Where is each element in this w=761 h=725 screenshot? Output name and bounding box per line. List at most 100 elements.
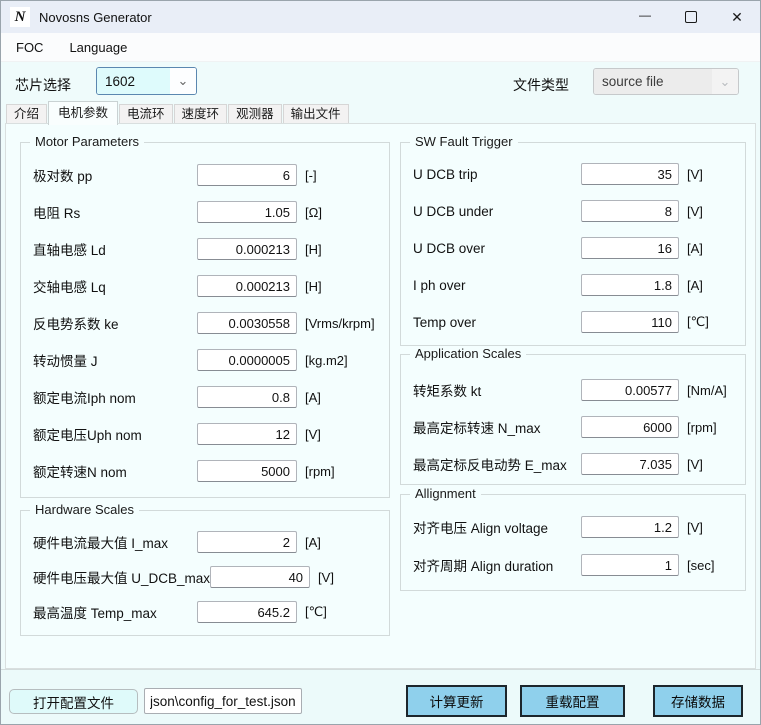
param-label: 最高定标反电动势 E_max xyxy=(413,454,581,474)
param-input-udcb-over[interactable] xyxy=(581,237,679,259)
group-hardware-scales: Hardware Scales 硬件电流最大值 I_max [A] 硬件电压最大… xyxy=(20,510,390,636)
param-unit: [rpm] xyxy=(297,464,389,479)
param-row-udcb-max: 硬件电压最大值 U_DCB_max [V] xyxy=(21,566,389,588)
param-label: 交轴电感 Lq xyxy=(33,276,197,296)
file-type-combobox[interactable]: source file ⌄ xyxy=(593,68,739,95)
param-input-ld[interactable] xyxy=(197,238,297,260)
param-unit: [V] xyxy=(679,167,745,182)
group-sw-fault-trigger: SW Fault Trigger U DCB trip [V] U DCB un… xyxy=(400,142,746,346)
param-input-iph-nom[interactable] xyxy=(197,386,297,408)
param-label: 最高定标转速 N_max xyxy=(413,417,581,437)
close-icon: ✕ xyxy=(731,9,743,26)
chevron-down-icon: ⌄ xyxy=(170,68,196,94)
menu-bar: FOC Language xyxy=(1,33,760,62)
param-row-n-nom: 额定转速N nom [rpm] xyxy=(21,460,389,482)
param-input-lq[interactable] xyxy=(197,275,297,297)
param-row-rs: 电阻 Rs [Ω] xyxy=(21,201,389,223)
param-row-align-duration: 对齐周期 Align duration [sec] xyxy=(401,554,745,576)
param-input-temp-max[interactable] xyxy=(197,601,297,623)
param-input-udcb-under[interactable] xyxy=(581,200,679,222)
param-input-j[interactable] xyxy=(197,349,297,371)
param-input-udcb-max[interactable] xyxy=(210,566,310,588)
param-row-iph-nom: 额定电流Iph nom [A] xyxy=(21,386,389,408)
param-input-n-max[interactable] xyxy=(581,416,679,438)
param-unit: [V] xyxy=(679,204,745,219)
param-input-kt[interactable] xyxy=(581,379,679,401)
param-label: I ph over xyxy=(413,278,581,293)
param-label: 直轴电感 Ld xyxy=(33,239,197,259)
param-unit: [A] xyxy=(297,535,389,550)
param-input-rs[interactable] xyxy=(197,201,297,223)
minimize-button[interactable]: — xyxy=(622,1,668,33)
maximize-button[interactable] xyxy=(668,1,714,33)
param-label: 极对数 pp xyxy=(33,165,197,185)
param-unit: [℃] xyxy=(679,314,745,330)
param-row-align-voltage: 对齐电压 Align voltage [V] xyxy=(401,516,745,538)
tab-intro[interactable]: 介绍 xyxy=(6,104,47,123)
param-row-uph-nom: 额定电压Uph nom [V] xyxy=(21,423,389,445)
calc-update-button[interactable]: 计算更新 xyxy=(406,685,507,717)
tab-motor-params[interactable]: 电机参数 xyxy=(48,101,118,125)
chip-select-value: 1602 xyxy=(97,68,170,94)
window-title: Novosns Generator xyxy=(39,10,152,25)
param-unit: [℃] xyxy=(297,604,389,620)
param-row-kt: 转矩系数 kt [Nm/A] xyxy=(401,379,745,401)
param-label: 额定电压Uph nom xyxy=(33,424,197,444)
param-input-e-max[interactable] xyxy=(581,453,679,475)
param-input-align-duration[interactable] xyxy=(581,554,679,576)
param-label: 电阻 Rs xyxy=(33,202,197,222)
param-row-pp: 极对数 pp [-] xyxy=(21,164,389,186)
param-row-udcb-over: U DCB over [A] xyxy=(401,237,745,259)
tab-current-loop[interactable]: 电流环 xyxy=(119,104,173,123)
chevron-down-icon: ⌄ xyxy=(712,69,738,94)
param-label: U DCB over xyxy=(413,241,581,256)
param-label: 额定转速N nom xyxy=(33,461,197,481)
param-unit: [A] xyxy=(679,241,745,256)
param-label: 转矩系数 kt xyxy=(413,380,581,400)
param-input-pp[interactable] xyxy=(197,164,297,186)
param-input-ke[interactable] xyxy=(197,312,297,334)
param-input-n-nom[interactable] xyxy=(197,460,297,482)
param-input-uph-nom[interactable] xyxy=(197,423,297,445)
top-control-row: 芯片选择 1602 ⌄ 文件类型 source file ⌄ xyxy=(1,62,760,105)
param-unit: [V] xyxy=(679,520,745,535)
param-label: U DCB under xyxy=(413,204,581,219)
group-title: Hardware Scales xyxy=(30,502,139,517)
param-row-iph-over: I ph over [A] xyxy=(401,274,745,296)
close-button[interactable]: ✕ xyxy=(714,1,760,33)
param-row-temp-over: Temp over [℃] xyxy=(401,311,745,333)
param-unit: [H] xyxy=(297,242,389,257)
tab-observer[interactable]: 观测器 xyxy=(228,104,282,123)
tab-bar: 介绍 电机参数 电流环 速度环 观测器 输出文件 xyxy=(6,104,350,125)
chip-select-label: 芯片选择 xyxy=(15,75,71,95)
group-title: Application Scales xyxy=(410,346,526,361)
param-unit: [H] xyxy=(297,279,389,294)
param-row-udcb-trip: U DCB trip [V] xyxy=(401,163,745,185)
param-label: 转动惯量 J xyxy=(33,350,197,370)
save-data-button[interactable]: 存储数据 xyxy=(653,685,743,717)
config-path-input[interactable] xyxy=(144,688,302,714)
param-label: 硬件电压最大值 U_DCB_max xyxy=(33,567,210,587)
menu-item-language[interactable]: Language xyxy=(69,40,127,55)
param-input-udcb-trip[interactable] xyxy=(581,163,679,185)
param-input-align-voltage[interactable] xyxy=(581,516,679,538)
tab-speed-loop[interactable]: 速度环 xyxy=(174,104,228,123)
param-label: 额定电流Iph nom xyxy=(33,387,197,407)
file-type-label: 文件类型 xyxy=(513,75,569,95)
group-application-scales: Application Scales 转矩系数 kt [Nm/A] 最高定标转速… xyxy=(400,354,746,485)
tab-output-file[interactable]: 输出文件 xyxy=(283,104,349,123)
param-label: Temp over xyxy=(413,315,581,330)
menu-item-foc[interactable]: FOC xyxy=(16,40,43,55)
param-row-ld: 直轴电感 Ld [H] xyxy=(21,238,389,260)
group-title: Allignment xyxy=(410,486,481,501)
param-input-i-max[interactable] xyxy=(197,531,297,553)
reload-config-button[interactable]: 重载配置 xyxy=(520,685,625,717)
footer-bar: 打开配置文件 计算更新 重载配置 存储数据 xyxy=(1,669,760,725)
param-input-iph-over[interactable] xyxy=(581,274,679,296)
param-label: 最高温度 Temp_max xyxy=(33,602,197,622)
chip-select-combobox[interactable]: 1602 ⌄ xyxy=(96,67,197,95)
app-logo-icon: N xyxy=(10,7,30,27)
open-config-button[interactable]: 打开配置文件 xyxy=(9,689,138,714)
maximize-icon xyxy=(685,11,697,23)
param-input-temp-over[interactable] xyxy=(581,311,679,333)
